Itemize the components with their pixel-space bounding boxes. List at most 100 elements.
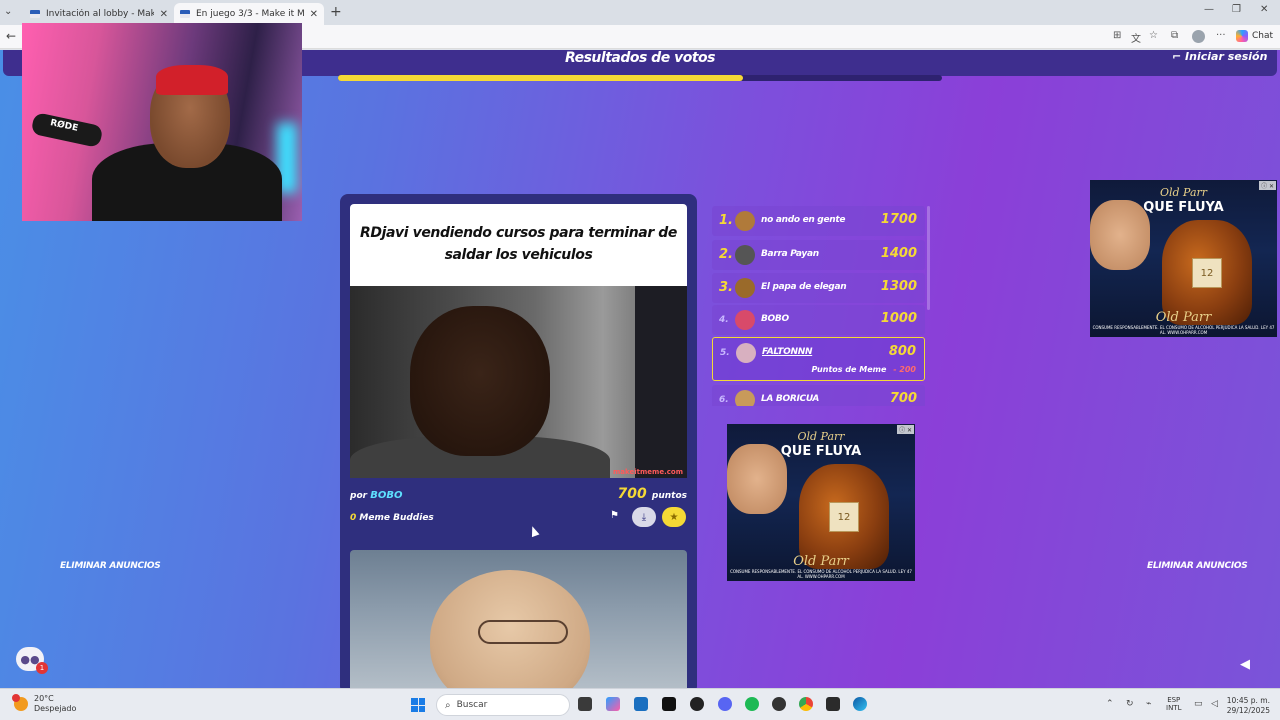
- windows-taskbar: 20°C Despejado ⌕ Buscar ⌃ ↻ ⌁ ESP INTL ▭…: [0, 688, 1280, 720]
- clock-date: 29/12/2025: [1226, 705, 1270, 715]
- player-avatar: [735, 278, 755, 298]
- report-flag-icon[interactable]: ⚑: [610, 510, 619, 521]
- player-rank: 2.: [719, 247, 733, 262]
- tray-display-icon[interactable]: ▭: [1194, 699, 1203, 709]
- round-progress-fill: [338, 75, 743, 81]
- meme-image: makeitmeme.com: [350, 286, 687, 478]
- tab-label: Invitación al lobby - Make it Meme: [46, 9, 154, 19]
- clock-time: 10:45 p. m.: [1226, 696, 1270, 705]
- chat-button[interactable]: ●● 1: [16, 647, 48, 674]
- browser-tab-bar: ⌄ Invitación al lobby - Make it Meme ✕ E…: [0, 0, 1280, 25]
- weather-condition: Despejado: [34, 704, 77, 713]
- author-name[interactable]: BOBO: [370, 490, 402, 501]
- more-options-icon[interactable]: ···: [1216, 30, 1226, 41]
- advertisement-center[interactable]: ⓘ ✕ Old Parr QUE FLUYA 12 Old Parr CONSU…: [727, 424, 915, 581]
- weather-temperature: 20°C: [34, 694, 54, 703]
- buddies-count: 0: [350, 513, 357, 523]
- copilot-taskbar-icon[interactable]: [606, 697, 620, 711]
- meme-points-delta: Puntos de Meme - 200: [811, 365, 916, 374]
- language-code: ESP: [1167, 696, 1181, 704]
- tab-label: En juego 3/3 - Make it Meme: [196, 9, 304, 19]
- spotify-icon[interactable]: [745, 697, 759, 711]
- meme-caption: RDjavi vendiendo cursos para terminar de…: [350, 204, 687, 286]
- search-placeholder: Buscar: [456, 700, 488, 710]
- task-view-icon[interactable]: [578, 697, 592, 711]
- player-rank: 4.: [719, 315, 729, 325]
- ad-disclaimer: CONSUME RESPONSABLEMENTE. EL CONSUMO DE …: [730, 569, 912, 579]
- player-score: 1300: [880, 279, 917, 294]
- chat-label: Chat: [1252, 31, 1274, 41]
- store-icon[interactable]: [634, 697, 648, 711]
- meme-image-door: [635, 286, 687, 478]
- collections-icon[interactable]: ⧉: [1171, 30, 1178, 41]
- copilot-icon: [1236, 30, 1248, 42]
- tab-list-chevron-icon[interactable]: ⌄: [4, 6, 12, 17]
- capcut-icon[interactable]: [662, 697, 676, 711]
- close-window-icon[interactable]: ✕: [1260, 4, 1268, 15]
- close-tab-icon[interactable]: ✕: [310, 9, 318, 20]
- tab-in-game[interactable]: En juego 3/3 - Make it Meme ✕: [174, 3, 324, 25]
- ad-bottle-label: 12: [1192, 258, 1222, 288]
- advertisement-right[interactable]: ⓘ ✕ Old Parr QUE FLUYA 12 Old Parr CONSU…: [1090, 180, 1277, 337]
- tab-lobby-invite[interactable]: Invitación al lobby - Make it Meme ✕: [24, 3, 174, 25]
- translate-icon[interactable]: 文: [1131, 30, 1141, 45]
- player-avatar: [735, 245, 755, 265]
- weather-text: 20°C Despejado: [34, 694, 76, 714]
- streamer-webcam: RØDE: [22, 23, 302, 221]
- favorite-meme-button[interactable]: ★: [662, 507, 686, 527]
- leaderboard-row: 2. Barra Payan 1400: [712, 240, 925, 270]
- remove-ads-link-left[interactable]: ELIMINAR ANUNCIOS: [60, 561, 161, 571]
- player-avatar: [735, 310, 755, 330]
- copilot-chat-button[interactable]: Chat: [1236, 30, 1273, 42]
- taskbar-clock[interactable]: 10:45 p. m. 29/12/2025: [1226, 696, 1270, 716]
- player-score: 800: [888, 344, 916, 359]
- weather-alert-icon: [12, 694, 20, 702]
- tray-sync-icon[interactable]: ↻: [1126, 699, 1134, 709]
- ad-bottle-label: 12: [829, 502, 859, 532]
- discord-icon[interactable]: [718, 697, 732, 711]
- star-icon: ★: [669, 511, 679, 523]
- epic-games-icon[interactable]: [826, 697, 840, 711]
- author-prefix: por: [350, 491, 368, 501]
- profile-avatar[interactable]: [1192, 30, 1205, 43]
- player-name: Barra Payan: [761, 249, 819, 259]
- chrome-icon[interactable]: [799, 697, 813, 711]
- makeitmeme-favicon-icon: [180, 10, 190, 18]
- leaderboard-row: 3. El papa de elegan 1300: [712, 273, 925, 303]
- next-meme-image: [350, 550, 687, 688]
- input-language[interactable]: ESP INTL: [1166, 696, 1181, 713]
- tray-overflow-icon[interactable]: ⌃: [1106, 699, 1114, 709]
- windows-start-icon[interactable]: [411, 698, 425, 712]
- tray-volume-icon[interactable]: ◁: [1211, 699, 1218, 709]
- player-name[interactable]: FALTONNN: [762, 347, 812, 357]
- close-tab-icon[interactable]: ✕: [160, 9, 168, 20]
- player-score: 1400: [880, 246, 917, 261]
- save-meme-button[interactable]: ⤓: [632, 507, 656, 527]
- obs-icon[interactable]: [690, 697, 704, 711]
- search-icon: ⌕: [445, 699, 451, 711]
- meme-card: RDjavi vendiendo cursos para terminar de…: [340, 194, 697, 688]
- ad-brand-footer: Old Parr: [793, 554, 849, 569]
- meme-caption-text: RDjavi vendiendo cursos para terminar de…: [359, 225, 678, 263]
- volume-icon[interactable]: ◀: [1240, 657, 1250, 672]
- leaderboard-scrollbar[interactable]: [927, 206, 930, 310]
- favorite-star-icon[interactable]: ☆: [1149, 30, 1158, 41]
- minimize-icon[interactable]: —: [1204, 4, 1214, 15]
- new-tab-icon[interactable]: +: [330, 4, 342, 20]
- login-button[interactable]: ⌐ Iniciar sesión: [1172, 50, 1267, 63]
- remove-ads-link-right[interactable]: ELIMINAR ANUNCIOS: [1147, 561, 1248, 571]
- steam-icon[interactable]: [772, 697, 786, 711]
- webcam-person-cap: [156, 65, 228, 95]
- ad-slogan: QUE FLUYA: [780, 444, 862, 459]
- maximize-icon[interactable]: ❐: [1232, 4, 1241, 15]
- weather-widget[interactable]: 20°C Despejado: [12, 694, 76, 714]
- makeitmeme-favicon-icon: [30, 10, 40, 18]
- edge-icon[interactable]: [853, 697, 867, 711]
- player-rank: 5.: [720, 348, 730, 358]
- app-available-icon[interactable]: ⊞: [1113, 30, 1121, 41]
- back-arrow-icon[interactable]: ←: [6, 29, 16, 43]
- leaderboard-row: 4. BOBO 1000: [712, 305, 925, 335]
- player-name: El papa de elegan: [761, 282, 847, 292]
- taskbar-search-box[interactable]: ⌕ Buscar: [436, 694, 570, 716]
- tray-network-icon[interactable]: ⌁: [1146, 699, 1151, 709]
